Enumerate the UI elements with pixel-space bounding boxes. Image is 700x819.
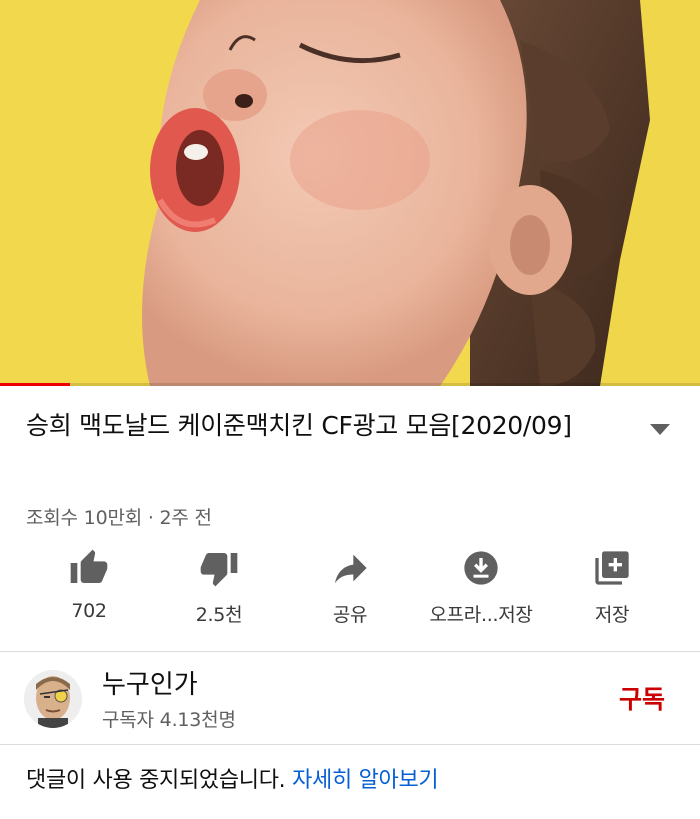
subscriber-count: 구독자 4.13천명 [102,709,236,731]
channel-name[interactable]: 누구인가 [102,664,198,701]
video-thumbnail [0,0,700,386]
comments-disabled-notice: 댓글이 사용 중지되었습니다. 자세히 알아보기 [26,762,439,794]
save-label: 저장 [594,604,630,626]
video-meta: 조회수 10만회 · 2주 전 [26,507,212,529]
share-button[interactable]: 공유 [285,548,415,627]
learn-more-link[interactable]: 자세히 알아보기 [292,768,439,793]
divider [0,744,700,745]
video-progress-fill [0,383,70,386]
divider [0,651,700,652]
comments-disabled-text: 댓글이 사용 중지되었습니다. [26,768,286,793]
thumbs-down-icon [200,553,238,587]
action-bar: 702 2.5천 공유 오프라...저장 저장 [0,548,700,638]
offline-save-button[interactable]: 오프라...저장 [416,548,546,627]
avatar-image [24,670,82,728]
offline-save-label: 오프라...저장 [429,604,533,626]
like-button[interactable]: 702 [24,548,154,622]
share-icon [335,554,367,583]
save-to-playlist-button[interactable]: 저장 [547,548,677,627]
dislike-count: 2.5천 [195,604,243,626]
thumbs-up-icon [70,549,108,583]
video-player[interactable] [0,0,700,386]
like-count: 702 [71,600,107,622]
share-label: 공유 [332,604,368,626]
video-progress-bar[interactable] [0,383,700,386]
download-icon [464,551,498,585]
add-to-playlist-icon [595,551,629,585]
video-title: 승희 맥도날드 케이준맥치킨 CF광고 모음[2020/09] [26,411,572,440]
subscribe-button[interactable]: 구독 [619,680,665,716]
chevron-down-icon[interactable] [650,424,670,436]
video-title-area[interactable]: 승희 맥도날드 케이준맥치킨 CF광고 모음[2020/09] [26,406,646,446]
channel-avatar[interactable] [24,670,82,728]
dislike-button[interactable]: 2.5천 [154,548,284,627]
